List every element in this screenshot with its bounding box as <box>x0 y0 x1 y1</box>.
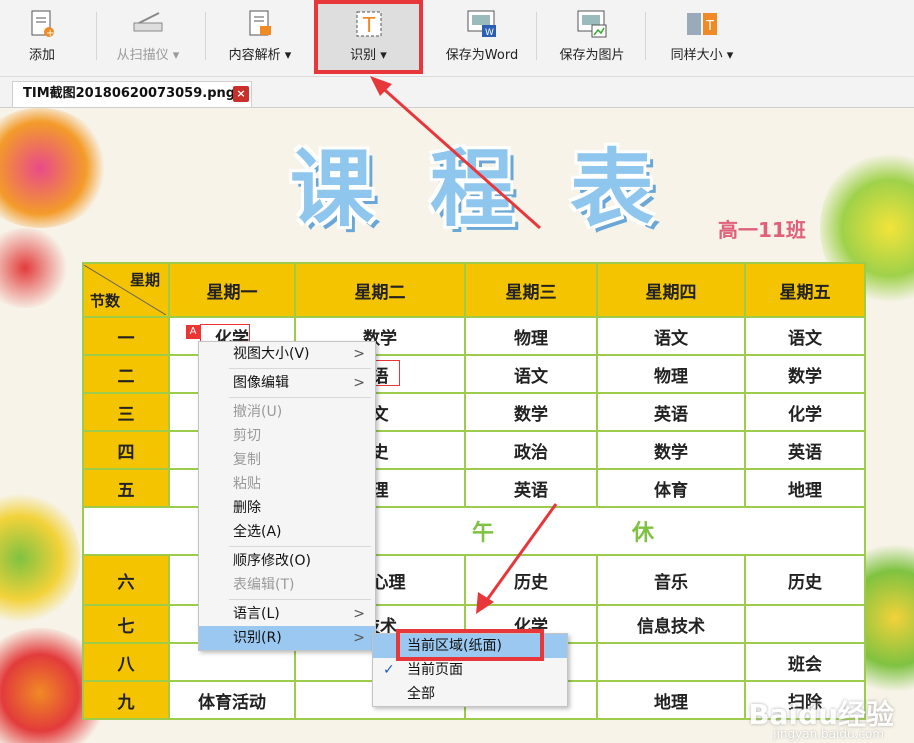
annotation-arrows <box>370 76 558 614</box>
arrow-line <box>377 82 541 230</box>
arrow-line <box>482 503 558 605</box>
